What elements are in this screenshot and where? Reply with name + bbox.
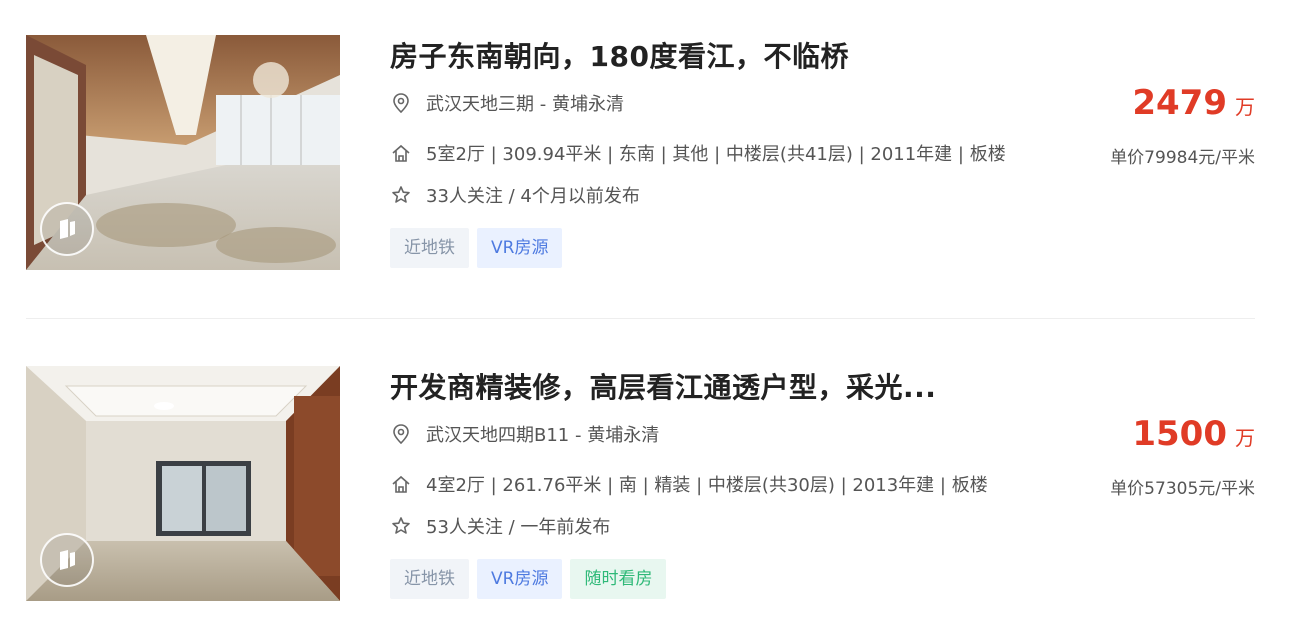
house-icon	[390, 142, 412, 164]
listing-photo[interactable]	[26, 366, 340, 601]
location-text[interactable]: 武汉天地三期 - 黄埔永清	[426, 90, 624, 116]
house-icon	[390, 473, 412, 495]
divider	[26, 318, 1255, 319]
follow-info-text: 33人关注 / 4个月以前发布	[426, 186, 640, 207]
follow-info: 33人关注 / 4个月以前发布	[390, 182, 640, 208]
total-price-unit: 万	[1235, 95, 1255, 119]
listing-location: 武汉天地四期B11 - 黄埔永清	[390, 421, 659, 447]
vr-logo-icon	[40, 202, 94, 256]
house-info-text: 5室2厅 | 309.94平米 | 东南 | 其他 | 中楼层(共41层) | …	[426, 144, 1006, 165]
listing-title[interactable]: 房子东南朝向，180度看江，不临桥	[390, 35, 849, 75]
listing-location: 武汉天地三期 - 黄埔永清	[390, 90, 624, 116]
unit-price: 单价79984元/平米	[1110, 148, 1255, 168]
house-info: 4室2厅 | 261.76平米 | 南 | 精装 | 中楼层(共30层) | 2…	[390, 471, 988, 497]
location-text[interactable]: 武汉天地四期B11 - 黄埔永清	[426, 421, 659, 447]
listing-title[interactable]: 开发商精装修，高层看江通透户型，采光...	[390, 366, 936, 406]
tag-subway: 近地铁	[390, 228, 469, 268]
follow-info: 53人关注 / 一年前发布	[390, 513, 610, 539]
tag-list: 近地铁 VR房源	[390, 228, 563, 268]
map-pin-icon	[390, 92, 412, 114]
house-info: 5室2厅 | 309.94平米 | 东南 | 其他 | 中楼层(共41层) | …	[390, 140, 1006, 166]
total-price-unit: 万	[1235, 426, 1255, 450]
star-icon	[390, 515, 412, 537]
vr-logo-icon	[40, 533, 94, 587]
total-price-value: 1500	[1132, 414, 1227, 454]
house-info-text: 4室2厅 | 261.76平米 | 南 | 精装 | 中楼层(共30层) | 2…	[426, 475, 988, 496]
tag-anytime-viewing: 随时看房	[570, 559, 667, 599]
follow-info-text: 53人关注 / 一年前发布	[426, 517, 611, 538]
listing-card[interactable]: 房子东南朝向，180度看江，不临桥 武汉天地三期 - 黄埔永清 5室2厅 | 3…	[26, 35, 1255, 271]
total-price: 1500 万	[1132, 414, 1255, 454]
tag-vr: VR房源	[477, 228, 563, 268]
listing-photo[interactable]	[26, 35, 340, 270]
star-icon	[390, 184, 412, 206]
unit-price: 单价57305元/平米	[1110, 479, 1255, 499]
total-price: 2479 万	[1132, 83, 1255, 123]
tag-subway: 近地铁	[390, 559, 469, 599]
listing-card[interactable]: 开发商精装修，高层看江通透户型，采光... 武汉天地四期B11 - 黄埔永清 4…	[26, 366, 1255, 602]
tag-vr: VR房源	[477, 559, 563, 599]
total-price-value: 2479	[1132, 83, 1227, 123]
tag-list: 近地铁 VR房源 随时看房	[390, 559, 667, 599]
map-pin-icon	[390, 423, 412, 445]
